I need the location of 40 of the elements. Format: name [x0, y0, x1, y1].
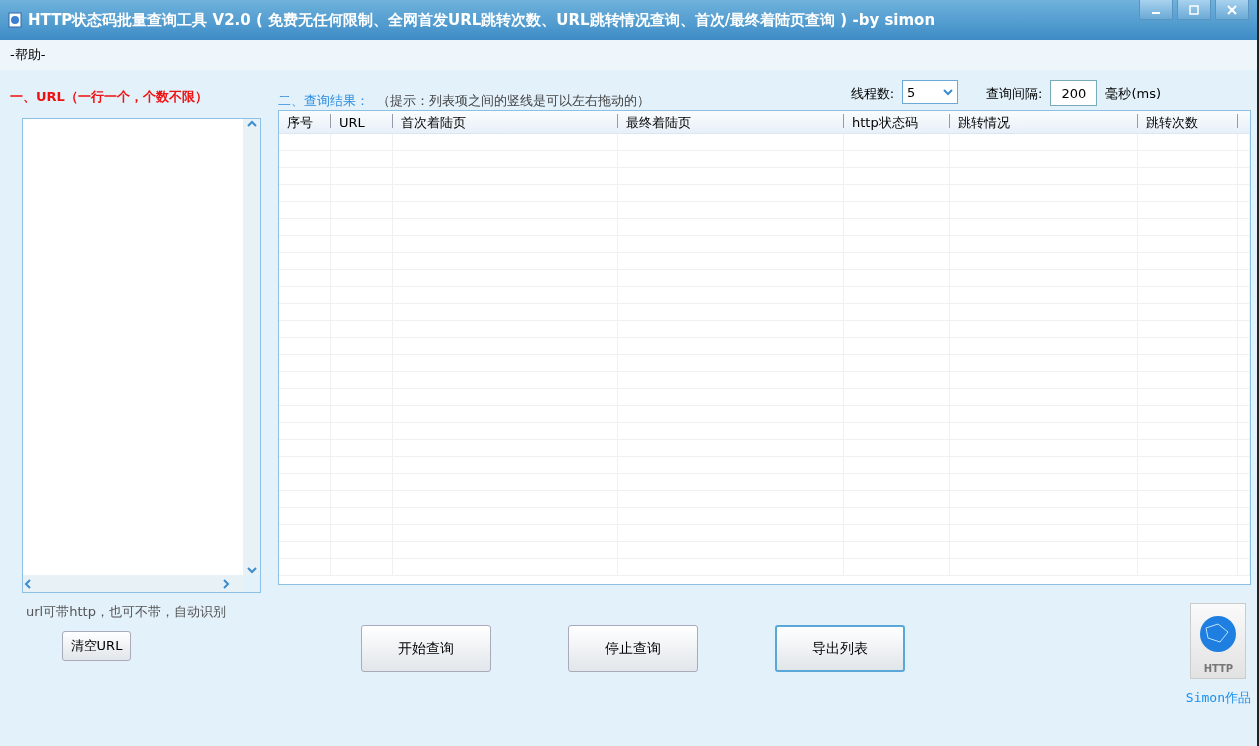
column-header[interactable]: 跳转情况: [950, 114, 1138, 128]
action-button[interactable]: 导出列表: [775, 625, 905, 672]
horizontal-scrollbar[interactable]: [23, 575, 243, 592]
url-hint: url可带http，也可不带，自动识别: [26, 603, 227, 621]
close-icon: [1227, 4, 1237, 15]
right-chevron-icon: [221, 578, 231, 589]
results-heading: 二、查询结果：: [278, 92, 369, 110]
minimize-icon: [1152, 11, 1160, 14]
interval-input[interactable]: 200: [1050, 80, 1098, 106]
clear-url-button[interactable]: 清空URL: [62, 631, 131, 661]
url-heading: 一、URL（一行一个，个数不限）: [10, 88, 209, 106]
threads-label: 线程数:: [850, 85, 894, 103]
up-chevron-icon: [246, 119, 257, 129]
http-file-icon: HTTP: [1190, 603, 1247, 679]
menu-item[interactable]: -帮助-: [10, 46, 46, 64]
column-header[interactable]: URL: [331, 114, 393, 128]
author-credit: Simon作品: [1185, 689, 1251, 707]
maximize-button[interactable]: [1177, 0, 1211, 20]
close-button[interactable]: [1215, 0, 1249, 20]
column-header[interactable]: 首次着陆页: [393, 114, 618, 128]
results-tip: （提示：列表项之间的竖线是可以左右拖动的）: [377, 92, 651, 110]
action-button[interactable]: 停止查询: [568, 625, 698, 672]
column-header[interactable]: 序号: [279, 114, 331, 128]
url-input-field[interactable]: [22, 118, 261, 593]
column-header[interactable]: 跳转次数: [1138, 114, 1238, 128]
app-icon: [8, 12, 22, 28]
minimize-button[interactable]: [1139, 0, 1173, 20]
column-header[interactable]: http状态码: [844, 114, 950, 128]
vertical-scrollbar[interactable]: [243, 119, 260, 575]
maximize-icon: [1189, 4, 1199, 15]
chevron-down-icon: [943, 87, 953, 97]
threads-dropdown[interactable]: 5: [902, 80, 958, 104]
down-chevron-icon: [246, 565, 257, 575]
left-chevron-icon: [23, 578, 33, 589]
action-button[interactable]: 开始查询: [361, 625, 491, 672]
window-title: HTTP状态码批量查询工具 V2.0 ( 免费无任何限制、全网首发URL跳转次数、URL跳转情况查询、首次/最终着陆页查询 ) -by simon: [28, 10, 937, 30]
interval-label: 查询间隔:: [986, 85, 1043, 103]
interval-unit: 毫秒(ms): [1105, 85, 1161, 103]
scrollbar-corner: [243, 575, 260, 592]
column-header[interactable]: 最终着陆页: [618, 114, 844, 128]
